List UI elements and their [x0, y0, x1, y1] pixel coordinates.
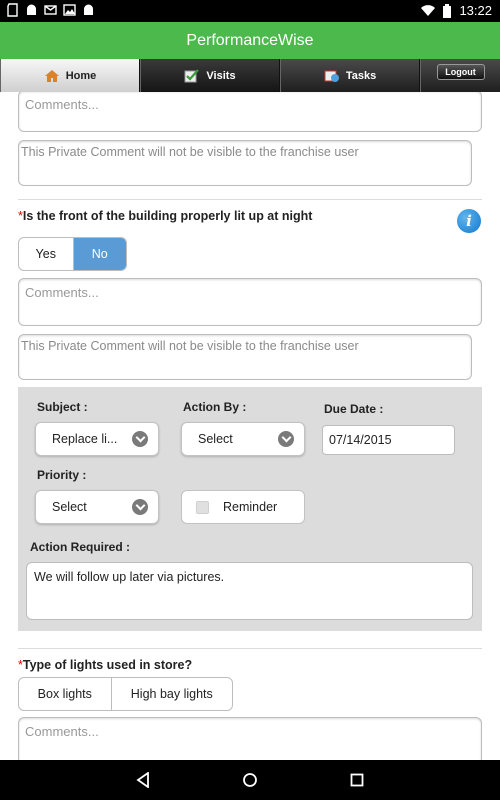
chevron-down-icon [278, 431, 294, 447]
due-date-input[interactable]: 07/14/2015 [322, 425, 455, 455]
reminder-checkbox[interactable]: Reminder [181, 490, 305, 524]
comments-field[interactable]: Comments... [18, 278, 482, 326]
action-panel: Subject : Action By : Due Date : Replace… [18, 387, 482, 631]
subject-label: Subject : [37, 400, 88, 414]
due-date-label: Due Date : [324, 402, 384, 416]
question-text: Type of lights used in store? [22, 658, 193, 672]
question-lights-type: *Type of lights used in store? [18, 658, 192, 672]
recents-icon[interactable] [347, 770, 367, 790]
tab-tasks[interactable]: Tasks [280, 59, 420, 92]
notification-icons [6, 3, 95, 17]
action-required-field[interactable]: We will follow up later via pictures. [26, 562, 473, 620]
priority-label: Priority : [37, 468, 87, 482]
image-icon [63, 4, 76, 16]
logout-area: Logout [420, 59, 500, 92]
divider [18, 648, 482, 649]
option-yes[interactable]: Yes [19, 238, 74, 270]
system-nav-bar [0, 760, 500, 800]
tab-home-label: Home [65, 69, 97, 82]
option-high-bay-lights[interactable]: High bay lights [112, 678, 232, 710]
info-icon[interactable]: i [457, 209, 481, 233]
tab-tasks-label: Tasks [345, 69, 377, 82]
checkbox-square[interactable] [196, 500, 209, 514]
private-comment-field-prev[interactable]: This Private Comment will not be visible… [18, 140, 472, 186]
clock: 13:22 [459, 3, 492, 18]
action-by-label: Action By : [183, 400, 247, 414]
divider [18, 199, 482, 200]
priority-select[interactable]: Select [35, 490, 159, 524]
action-by-select[interactable]: Select [181, 422, 305, 456]
priority-value: Select [52, 500, 87, 514]
back-icon[interactable] [133, 770, 153, 790]
chevron-down-icon [132, 499, 148, 515]
tab-bar: Home Visits Tasks Logout [0, 59, 500, 92]
battery-icon [443, 3, 452, 18]
question-text: Is the front of the building properly li… [22, 209, 313, 223]
visit-form[interactable]: Comments... This Private Comment will no… [0, 92, 500, 760]
tab-visits-label: Visits [206, 69, 236, 82]
calendar-clock-icon [324, 70, 339, 82]
action-required-label: Action Required : [30, 540, 131, 554]
comments-field-prev[interactable]: Comments... [18, 92, 482, 132]
app-title: PerformanceWise [0, 22, 500, 59]
status-bar: 13:22 [0, 0, 500, 22]
subject-value: Replace li... [52, 432, 118, 446]
yes-no-toggle[interactable]: Yes No [18, 237, 127, 271]
reminder-label: Reminder [223, 500, 278, 514]
option-no[interactable]: No [73, 238, 126, 270]
android-icon-2 [84, 4, 93, 15]
question-building-lit: *Is the front of the building properly l… [18, 209, 312, 223]
tab-visits[interactable]: Visits [140, 59, 280, 92]
lights-type-toggle[interactable]: Box lights High bay lights [18, 677, 233, 711]
chevron-down-icon [132, 431, 148, 447]
action-by-value: Select [198, 432, 233, 446]
subject-select[interactable]: Replace li... [35, 422, 159, 456]
private-comment-field[interactable]: This Private Comment will not be visible… [18, 334, 472, 380]
checkbox-icon [184, 68, 200, 82]
home-icon [44, 69, 59, 82]
home-circle-icon[interactable] [240, 770, 260, 790]
gmail-icon [44, 5, 57, 15]
wifi-icon [421, 4, 436, 16]
sd-card-icon [7, 3, 18, 17]
option-box-lights[interactable]: Box lights [19, 678, 112, 710]
logout-button[interactable]: Logout [436, 63, 485, 80]
android-icon [27, 4, 36, 15]
tab-home[interactable]: Home [0, 59, 140, 92]
comments-field-2[interactable]: Comments... [18, 717, 482, 760]
